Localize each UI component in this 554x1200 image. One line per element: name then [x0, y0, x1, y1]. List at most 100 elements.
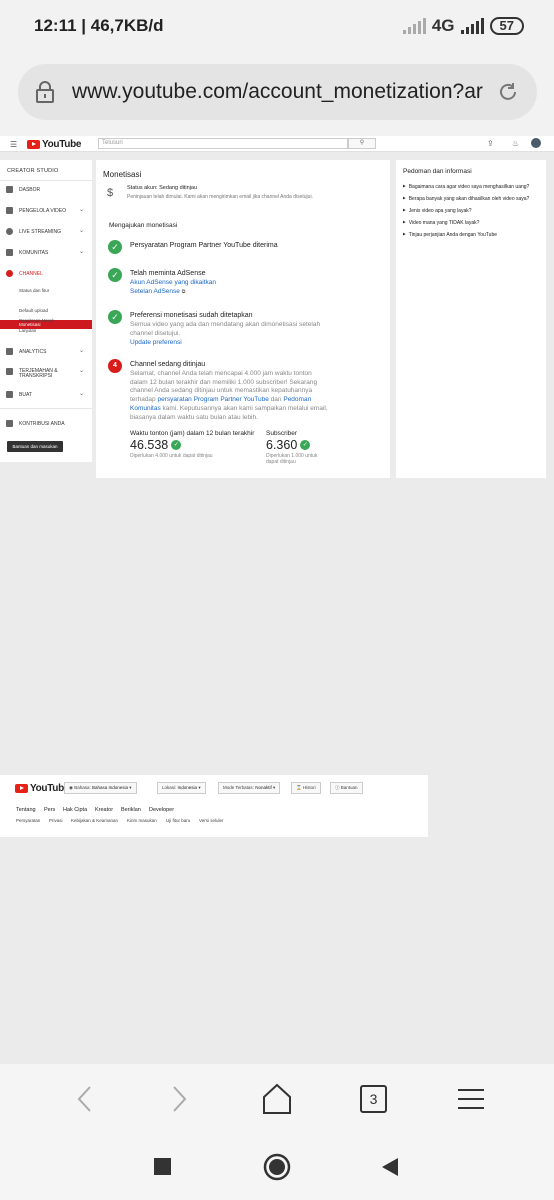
creator-sidebar: CREATOR STUDIO DASBOR PENGELOLA VIDEO ⌄ L… — [0, 160, 92, 462]
sidebar-sub-advanced[interactable]: Lanjutan — [19, 328, 36, 333]
review-desc: Selamat, channel Anda telah mencapai 4.0… — [130, 370, 328, 421]
search-input[interactable]: Telusuri — [98, 138, 348, 149]
guide-link[interactable]: Tinjau perjanjian Anda dengan YouTube — [403, 232, 497, 238]
youtube-logo[interactable]: YouTube — [27, 139, 82, 150]
home-icon[interactable] — [262, 1083, 292, 1115]
restricted-mode-select[interactable]: Mode Terbatas: Nonaktif ▾ — [218, 782, 281, 794]
browser-bottom-bar: 3 — [0, 1064, 554, 1134]
step-number-badge: 4 — [108, 359, 122, 373]
page-title: Monetisasi — [103, 170, 142, 179]
youtube-logo[interactable]: YouTube — [15, 783, 70, 794]
location-select[interactable]: Lokasi: Indonesia ▾ — [157, 782, 206, 794]
chevron-down-icon: ⌄ — [78, 391, 84, 397]
sidebar-item-translations[interactable]: TERJEMAHAN & TRANSKRIPSI ⌄ — [0, 366, 92, 380]
sidebar-sub-status[interactable]: Status dan fitur — [19, 288, 49, 293]
youtube-play-icon — [27, 140, 40, 149]
footer-link[interactable]: Hak Cipta — [63, 807, 87, 813]
youtube-play-icon — [15, 784, 28, 793]
sidebar-item-create[interactable]: BUAT ⌄ — [0, 389, 92, 401]
search-button[interactable]: ⚲ — [348, 138, 376, 149]
video-manager-icon — [6, 207, 13, 214]
account-status-desc: Peninjauan telah dimulai. Kami akan meng… — [127, 194, 313, 200]
footer-link[interactable]: Versi seluler — [199, 818, 224, 823]
guide-link[interactable]: Berapa banyak yang akan dihasilkan oleh … — [403, 196, 530, 202]
reload-icon[interactable] — [496, 80, 520, 104]
guide-link[interactable]: Bagaimana cara agar video saya menghasil… — [403, 184, 530, 190]
footer-link[interactable]: Developer — [149, 807, 174, 813]
update-prefs-link[interactable]: Update preferensi — [130, 339, 182, 346]
footer-link[interactable]: Privasi — [49, 818, 63, 823]
help-feedback-button[interactable]: Bantuan dan masukan — [7, 441, 63, 452]
url-text[interactable]: www.youtube.com/account_monetization?ar — [72, 80, 485, 104]
sidebar-item-channel[interactable]: CHANNEL — [0, 268, 92, 280]
guide-link[interactable]: Video mana yang TIDAK layak? — [403, 220, 480, 226]
footer-link[interactable]: Beriklan — [121, 807, 141, 813]
sidebar-item-dasbor[interactable]: DASBOR — [0, 184, 92, 196]
footer-link[interactable]: Uji fitur baru — [166, 818, 190, 823]
live-icon — [6, 228, 13, 235]
home-circle-icon[interactable] — [263, 1153, 291, 1181]
signal-icon — [460, 18, 484, 34]
browser-toolbar: www.youtube.com/account_monetization?ar — [0, 52, 554, 136]
guide-link[interactable]: Jenis video apa yang layak? — [403, 208, 472, 214]
chevron-down-icon: ⌄ — [78, 207, 84, 213]
sidebar-item-analytics[interactable]: ANALYTICS ⌄ — [0, 346, 92, 358]
apply-heading: Mengajukan monetisasi — [109, 222, 178, 229]
create-icon — [6, 391, 13, 398]
back-triangle-icon[interactable] — [381, 1157, 399, 1177]
forward-icon[interactable] — [168, 1084, 190, 1114]
dollar-icon: $ — [107, 187, 114, 199]
network-type: 4G — [431, 16, 455, 35]
recent-apps-icon[interactable] — [154, 1158, 171, 1175]
lock-icon — [36, 81, 54, 103]
sidebar-item-live[interactable]: LIVE STREAMING ⌄ — [0, 226, 92, 238]
footer-link[interactable]: Persyaratan — [16, 818, 40, 823]
linked-adsense-link[interactable]: Akun AdSense yang dikaitkan — [130, 279, 216, 286]
help-button[interactable]: ⓘ Bantuan — [330, 782, 363, 794]
sidebar-sub-default-upload[interactable]: Default upload — [19, 308, 48, 313]
battery-icon: 57 — [489, 17, 524, 35]
chevron-down-icon: ⌄ — [78, 228, 84, 234]
prefs-desc: Semua video yang ada dan mendatang akan … — [130, 321, 321, 337]
watch-time-metric: Waktu tonton (jam) dalam 12 bulan terakh… — [130, 430, 255, 459]
history-button[interactable]: ⌛ Histori — [291, 782, 321, 794]
adsense-settings-link[interactable]: Setelan AdSense ⧉ — [130, 288, 185, 295]
signal-icon — [402, 18, 426, 34]
step-monetization-prefs: ✓ Preferensi monetisasi sudah ditetapkan… — [108, 310, 378, 346]
youtube-footer: YouTube ◉ Bahasa: Bahasa Indonesia ▾ Lok… — [0, 775, 428, 837]
language-select[interactable]: ◉ Bahasa: Bahasa Indonesia ▾ — [64, 782, 137, 794]
back-icon[interactable] — [74, 1084, 96, 1114]
guidelines-card: Pedoman dan informasi Bagaimana cara aga… — [396, 160, 546, 478]
sidebar-item-video-manager[interactable]: PENGELOLA VIDEO ⌄ — [0, 205, 92, 217]
tabs-button[interactable]: 3 — [360, 1085, 387, 1113]
footer-link[interactable]: Kirim masukan — [127, 818, 157, 823]
subscriber-metric: Subscriber 6.360 ✓ Diperlukan 1.000 untuk… — [266, 430, 318, 465]
address-bar[interactable]: www.youtube.com/account_monetization?ar — [18, 64, 537, 120]
upload-icon[interactable]: ⇪ — [487, 139, 494, 148]
step-channel-review: 4 Channel sedang ditinjau Selamat, chann… — [108, 359, 378, 425]
footer-link[interactable]: Pers — [44, 807, 55, 813]
avatar[interactable] — [531, 138, 541, 148]
check-icon: ✓ — [300, 440, 311, 450]
external-link-icon: ⧉ — [181, 289, 186, 295]
channel-icon — [6, 270, 13, 277]
system-navigation-bar — [0, 1134, 554, 1200]
account-status: Status akun: Sedang ditinjau — [127, 185, 198, 191]
status-bar: 12:11 | 46,7KB/d 4G 57 — [0, 0, 554, 52]
chevron-down-icon: ⌄ — [78, 348, 84, 354]
search-icon: ⚲ — [359, 140, 365, 146]
ypp-requirements-link[interactable]: persyaratan Program Partner YouTube — [157, 396, 268, 403]
footer-link[interactable]: Tentang — [16, 807, 36, 813]
check-icon: ✓ — [171, 440, 182, 450]
footer-link[interactable]: Kreator — [95, 807, 113, 813]
help-icon: ⓘ — [335, 785, 340, 790]
sidebar-item-community[interactable]: KOMUNITAS ⌄ — [0, 247, 92, 259]
status-time: 12:11 | 46,7KB/d — [34, 16, 164, 35]
bell-icon[interactable]: ♨ — [512, 139, 519, 148]
menu-icon[interactable] — [458, 1088, 484, 1110]
check-icon: ✓ — [108, 310, 122, 324]
menu-icon[interactable]: ☰ — [10, 140, 17, 149]
sidebar-sub-branding[interactable]: Pencitraan Merek — [19, 318, 54, 323]
sidebar-item-contributions[interactable]: KONTRIBUSI ANDA — [0, 418, 92, 430]
footer-link[interactable]: Kebijakan & Keamanan — [71, 818, 118, 823]
